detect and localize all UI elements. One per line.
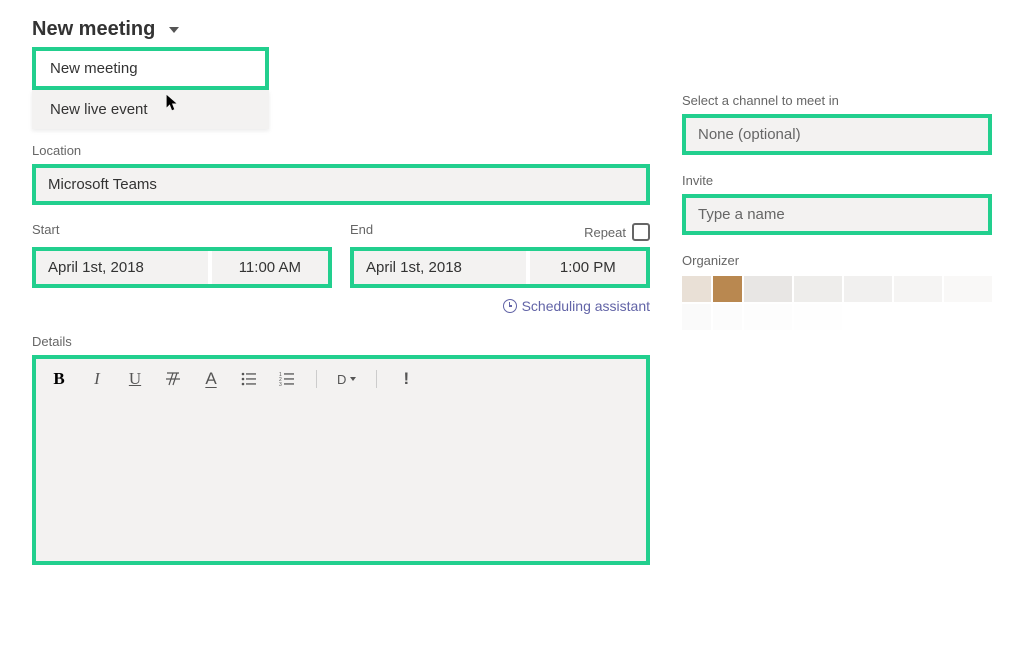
start-datetime-input[interactable]: April 1st, 2018 11:00 AM (32, 247, 332, 288)
editor-toolbar: B I U A (36, 359, 646, 399)
toolbar-divider (376, 370, 377, 388)
location-input[interactable]: Microsoft Teams (32, 164, 650, 205)
end-time[interactable]: 1:00 PM (530, 251, 646, 284)
channel-input[interactable]: None (optional) (682, 114, 992, 155)
cursor-pointer-icon (165, 94, 179, 112)
avatar-pixel (894, 304, 942, 330)
datetime-row: Start April 1st, 2018 11:00 AM End Repea… (32, 223, 650, 288)
start-date[interactable]: April 1st, 2018 (36, 251, 208, 284)
invite-field-group: Invite Type a name (682, 173, 992, 235)
avatar-pixel (844, 276, 892, 302)
dropdown-item-new-live-event[interactable]: New live event (32, 90, 269, 129)
page-header: New meeting (32, 18, 992, 41)
chevron-down-icon[interactable] (169, 27, 179, 33)
toolbar-divider (316, 370, 317, 388)
italic-button[interactable]: I (88, 369, 106, 389)
important-button[interactable]: ! (397, 369, 415, 389)
avatar-pixel (894, 276, 942, 302)
invite-input[interactable]: Type a name (682, 194, 992, 235)
avatar-pixel (944, 276, 992, 302)
end-label: End (350, 222, 373, 237)
right-column: Select a channel to meet in None (option… (682, 93, 992, 583)
strikethrough-button[interactable] (164, 370, 182, 388)
avatar-pixel (713, 276, 742, 302)
location-label: Location (32, 143, 650, 158)
avatar-pixel (744, 304, 792, 330)
details-label: Details (32, 334, 650, 349)
dropdown-item-new-meeting[interactable]: New meeting (32, 47, 269, 90)
avatar-pixel (744, 276, 792, 302)
page-title: New meeting (32, 18, 155, 41)
chevron-down-icon (350, 377, 356, 381)
avatar-pixel (794, 276, 842, 302)
bullet-list-button[interactable] (240, 371, 258, 387)
organizer-field-group: Organizer (682, 253, 992, 330)
organizer-name-redacted (682, 304, 992, 330)
start-label: Start (32, 222, 59, 237)
left-column: Location Microsoft Teams Start April 1st… (32, 93, 650, 583)
avatar-pixel (944, 304, 992, 330)
avatar-pixel (713, 304, 742, 330)
details-editor[interactable]: B I U A (32, 355, 650, 565)
underline-button[interactable]: U (126, 369, 144, 389)
avatar-pixel (682, 304, 711, 330)
dropdown-item-label: New live event (50, 101, 148, 118)
end-datetime-input[interactable]: April 1st, 2018 1:00 PM (350, 247, 650, 288)
channel-label: Select a channel to meet in (682, 93, 992, 108)
avatar-pixel (794, 304, 842, 330)
details-section: Details B I U A (32, 334, 650, 565)
organizer-avatar (682, 276, 992, 302)
location-field-group: Location Microsoft Teams (32, 143, 650, 205)
font-color-button[interactable]: A (202, 369, 220, 389)
start-time[interactable]: 11:00 AM (212, 251, 328, 284)
svg-text:3: 3 (279, 382, 282, 387)
paragraph-label: D (337, 372, 347, 387)
repeat-label: Repeat (584, 225, 626, 240)
bullet-list-icon (241, 371, 257, 387)
scheduling-assistant-link[interactable]: Scheduling assistant (32, 298, 650, 314)
repeat-checkbox[interactable] (632, 223, 650, 241)
numbered-list-button[interactable]: 1 2 3 (278, 371, 296, 387)
meeting-type-dropdown: New meeting New live event (32, 47, 269, 129)
start-datetime-group: Start April 1st, 2018 11:00 AM (32, 223, 332, 288)
avatar-pixel (844, 304, 892, 330)
strikethrough-icon (164, 370, 182, 388)
bold-button[interactable]: B (50, 369, 68, 389)
channel-field-group: Select a channel to meet in None (option… (682, 93, 992, 155)
invite-label: Invite (682, 173, 992, 188)
end-date[interactable]: April 1st, 2018 (354, 251, 526, 284)
repeat-group: Repeat (584, 223, 650, 241)
organizer-label: Organizer (682, 253, 992, 268)
scheduling-label: Scheduling assistant (522, 298, 650, 314)
avatar-pixel (682, 276, 711, 302)
end-datetime-group: End Repeat April 1st, 2018 1:00 PM (350, 223, 650, 288)
paragraph-style-button[interactable]: D (337, 372, 356, 387)
clock-icon (503, 299, 517, 313)
main-content: Location Microsoft Teams Start April 1st… (32, 93, 992, 583)
numbered-list-icon: 1 2 3 (279, 371, 295, 387)
